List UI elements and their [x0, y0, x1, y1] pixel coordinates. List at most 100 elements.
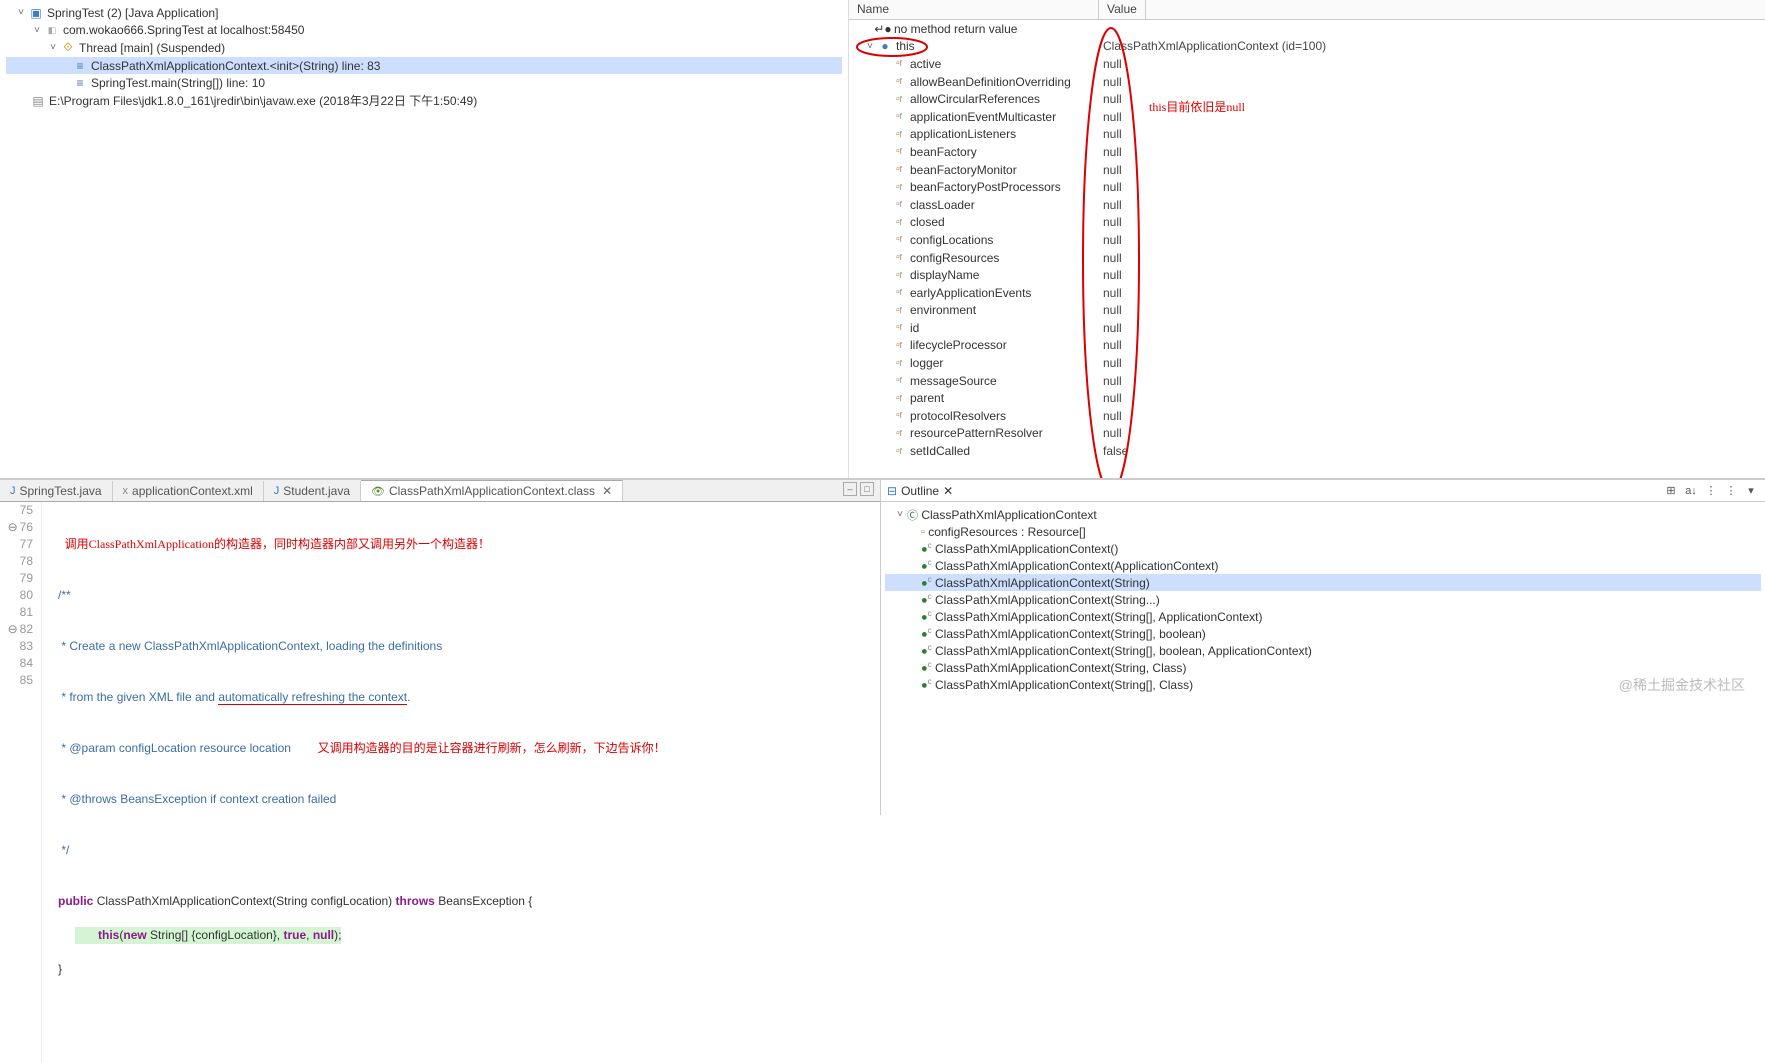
var-row-messageSource[interactable]: ▫fmessageSourcenull [849, 372, 1765, 390]
chevron-down-icon[interactable]: ˅ [14, 6, 28, 20]
field-icon: ▫f [891, 127, 907, 141]
outline-method[interactable]: ●c ClassPathXmlApplicationContext(String… [885, 591, 1761, 608]
var-row-allowBeanDefinitionOverriding[interactable]: ▫fallowBeanDefinitionOverridingnull [849, 73, 1765, 91]
stack-frame-icon: ≡ [72, 76, 88, 90]
field-icon: ▫f [891, 409, 907, 423]
var-row-closed[interactable]: ▫fclosednull [849, 214, 1765, 232]
var-field-name: beanFactoryPostProcessors [910, 180, 1061, 194]
chevron-down-icon[interactable]: ˅ [863, 39, 877, 53]
debug-call-stack-tree[interactable]: ˅▣SpringTest (2) [Java Application] ˅◧co… [0, 0, 849, 478]
var-row-resourcePatternResolver[interactable]: ▫fresourcePatternResolvernull [849, 425, 1765, 443]
outline-method-label: ClassPathXmlApplicationContext(String[],… [935, 627, 1206, 641]
field-icon: ▫f [891, 268, 907, 282]
local-var-icon: ● [877, 39, 893, 53]
var-row-classLoader[interactable]: ▫fclassLoadernull [849, 196, 1765, 214]
outline-method-label: ClassPathXmlApplicationContext(String[],… [935, 678, 1193, 692]
var-field-name: protocolResolvers [910, 409, 1006, 423]
variables-body[interactable]: ↵●no method return value ˅●thisClassPath… [849, 20, 1765, 478]
field-icon: ▫f [891, 286, 907, 300]
var-field-name: applicationEventMulticaster [910, 110, 1056, 124]
var-row-setIdCalled[interactable]: ▫fsetIdCalledfalse [849, 442, 1765, 460]
stack-frame-icon: ≡ [72, 59, 88, 73]
code-content[interactable]: 调用ClassPathXmlApplication的构造器，同时构造器内部又调用… [42, 502, 880, 1063]
code-editor[interactable]: 75⊖767778798081⊖82838485 调用ClassPathXmlA… [0, 502, 880, 1063]
tab-springtest-java[interactable]: JSpringTest.java [0, 481, 113, 501]
var-row-configLocations[interactable]: ▫fconfigLocationsnull [849, 231, 1765, 249]
field-icon: ▫f [891, 75, 907, 89]
outline-method-label: ClassPathXmlApplicationContext(Applicati… [935, 559, 1218, 573]
variables-value-column-header[interactable]: Value [1099, 0, 1146, 19]
var-field-value: null [1099, 127, 1765, 141]
var-field-name: lifecycleProcessor [910, 338, 1007, 352]
filter-public-icon[interactable]: ⋮ [1703, 483, 1719, 499]
var-row-configResources[interactable]: ▫fconfigResourcesnull [849, 249, 1765, 267]
debug-exe-label[interactable]: E:\Program Files\jdk1.8.0_161\jredir\bin… [49, 92, 477, 109]
focus-icon[interactable]: ⊞ [1663, 483, 1679, 499]
tab-student-java[interactable]: JStudent.java [264, 481, 361, 501]
outline-method[interactable]: ●c ClassPathXmlApplicationContext(String… [885, 659, 1761, 676]
annotation-this-null: this目前依旧是null [1149, 98, 1245, 115]
var-row-beanFactoryPostProcessors[interactable]: ▫fbeanFactoryPostProcessorsnull [849, 178, 1765, 196]
tab-applicationcontext-xml[interactable]: xapplicationContext.xml [113, 481, 264, 501]
var-row-allowCircularReferences[interactable]: ▫fallowCircularReferencesnull [849, 90, 1765, 108]
var-row-parent[interactable]: ▫fparentnull [849, 389, 1765, 407]
outline-method-label: ClassPathXmlApplicationContext(String[],… [935, 610, 1263, 624]
view-menu-icon[interactable]: ▾ [1743, 483, 1759, 499]
var-row-earlyApplicationEvents[interactable]: ▫fearlyApplicationEventsnull [849, 284, 1765, 302]
chevron-down-icon[interactable]: ˅ [893, 508, 907, 522]
constructor-icon: ●c [921, 626, 932, 641]
minimize-editor-icon[interactable]: – [843, 482, 857, 496]
field-icon: ▫f [891, 374, 907, 388]
field-icon: ▫f [891, 180, 907, 194]
outline-tree[interactable]: ˅Ⓒ ClassPathXmlApplicationContext ▫ conf… [881, 502, 1765, 815]
var-row-applicationListeners[interactable]: ▫fapplicationListenersnull [849, 126, 1765, 144]
debug-app-label[interactable]: SpringTest (2) [Java Application] [47, 6, 218, 20]
var-field-name: classLoader [910, 198, 975, 212]
field-icon: ▫f [891, 426, 907, 440]
outline-method[interactable]: ●c ClassPathXmlApplicationContext() [885, 540, 1761, 557]
maximize-editor-icon[interactable]: □ [860, 482, 874, 496]
chevron-down-icon[interactable]: ˅ [30, 23, 44, 37]
var-row-applicationEventMulticaster[interactable]: ▫fapplicationEventMulticasternull [849, 108, 1765, 126]
var-row-beanFactory[interactable]: ▫fbeanFactorynull [849, 143, 1765, 161]
chevron-down-icon[interactable]: ˅ [46, 41, 60, 55]
tab-classpathxml-class[interactable]: 👁ClassPathXmlApplicationContext.class✕ [361, 480, 623, 501]
var-row-protocolResolvers[interactable]: ▫fprotocolResolversnull [849, 407, 1765, 425]
var-row-beanFactoryMonitor[interactable]: ▫fbeanFactoryMonitornull [849, 161, 1765, 179]
outline-method[interactable]: ●c ClassPathXmlApplicationContext(String… [885, 625, 1761, 642]
outline-method[interactable]: ●c ClassPathXmlApplicationContext(Applic… [885, 557, 1761, 574]
variables-name-column-header[interactable]: Name [849, 0, 1099, 19]
line-numbers: 75⊖767778798081⊖82838485 [0, 502, 42, 1063]
outline-method-label: ClassPathXmlApplicationContext(String...… [935, 593, 1160, 607]
var-row-id[interactable]: ▫fidnull [849, 319, 1765, 337]
outline-method[interactable]: ●c ClassPathXmlApplicationContext(String… [885, 574, 1761, 591]
debug-thread-label[interactable]: Thread [main] (Suspended) [79, 41, 225, 55]
var-row-environment[interactable]: ▫fenvironmentnull [849, 302, 1765, 320]
debug-frame-2[interactable]: SpringTest.main(String[]) line: 10 [91, 76, 265, 90]
field-icon: ▫f [891, 163, 907, 177]
return-value-icon: ↵● [875, 22, 891, 36]
debug-process-label[interactable]: com.wokao666.SpringTest at localhost:584… [63, 23, 304, 37]
outline-method[interactable]: ●c ClassPathXmlApplicationContext(String… [885, 642, 1761, 659]
var-row-lifecycleProcessor[interactable]: ▫flifecycleProcessornull [849, 337, 1765, 355]
var-row-logger[interactable]: ▫floggernull [849, 354, 1765, 372]
var-row-displayName[interactable]: ▫fdisplayNamenull [849, 266, 1765, 284]
filter-static-icon[interactable]: ⋮ [1723, 483, 1739, 499]
close-outline-icon[interactable]: ✕ [943, 484, 953, 498]
sort-icon[interactable]: a↓ [1683, 483, 1699, 499]
var-row-active[interactable]: ▫factivenull [849, 55, 1765, 73]
debug-frame-1[interactable]: ClassPathXmlApplicationContext.<init>(St… [91, 59, 380, 73]
var-field-name: logger [910, 356, 943, 370]
outline-class[interactable]: ClassPathXmlApplicationContext [921, 508, 1096, 522]
outline-field[interactable]: configResources : Resource[] [928, 525, 1085, 539]
var-field-value: null [1099, 215, 1765, 229]
close-tab-icon[interactable]: ✕ [602, 484, 612, 498]
var-field-value: null [1099, 163, 1765, 177]
var-field-value: null [1099, 426, 1765, 440]
field-icon: ▫f [891, 444, 907, 458]
watermark: @稀土掘金技术社区 [1619, 675, 1745, 695]
outline-icon: ⊟ [887, 484, 897, 498]
outline-method[interactable]: ●c ClassPathXmlApplicationContext(String… [885, 608, 1761, 625]
var-this-name[interactable]: this [896, 39, 915, 53]
var-field-name: configResources [910, 251, 999, 265]
